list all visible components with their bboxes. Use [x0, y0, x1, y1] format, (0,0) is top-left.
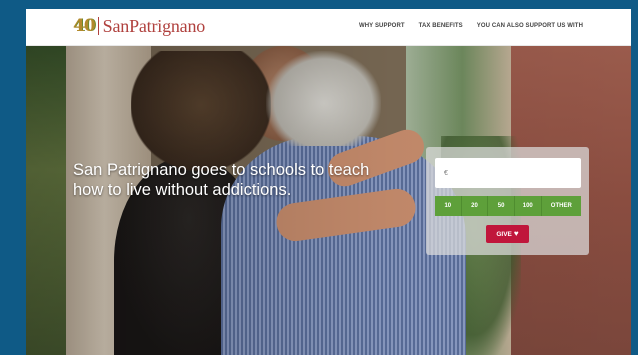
- give-label: GIVE: [496, 230, 512, 238]
- euro-icon: €: [444, 169, 448, 177]
- site-logo[interactable]: 40 SanPatrignano: [73, 15, 205, 37]
- amount-10-button[interactable]: 10: [435, 196, 462, 216]
- amount-100-button[interactable]: 100: [514, 196, 542, 216]
- main-nav: WHY SUPPORT TAX BENEFITS YOU CAN ALSO SU…: [359, 23, 583, 29]
- give-button[interactable]: GIVE ♥: [486, 225, 529, 243]
- preset-amounts: 10 20 50 100 OTHER: [435, 196, 581, 216]
- donation-amount-input[interactable]: [453, 168, 574, 178]
- hero-section: San Patrignano goes to schools to teach …: [26, 46, 631, 355]
- nav-why-support[interactable]: WHY SUPPORT: [359, 23, 405, 29]
- site-header: 40 SanPatrignano WHY SUPPORT TAX BENEFIT…: [26, 9, 631, 46]
- nav-tax-benefits[interactable]: TAX BENEFITS: [419, 23, 463, 29]
- donation-widget: € 10 20 50 100 OTHER GIVE ♥: [426, 147, 589, 255]
- nav-support-us-with[interactable]: YOU CAN ALSO SUPPORT US WITH: [477, 23, 583, 29]
- browser-frame: 40 SanPatrignano WHY SUPPORT TAX BENEFIT…: [0, 0, 638, 355]
- amount-20-button[interactable]: 20: [461, 196, 489, 216]
- logo-anniversary-number: 40: [73, 16, 96, 36]
- logo-divider: [97, 17, 99, 35]
- logo-name: SanPatrignano: [102, 15, 206, 36]
- amount-other-button[interactable]: OTHER: [541, 196, 581, 216]
- page: 40 SanPatrignano WHY SUPPORT TAX BENEFIT…: [26, 9, 631, 355]
- donation-amount-field[interactable]: €: [435, 158, 581, 188]
- amount-50-button[interactable]: 50: [488, 196, 515, 216]
- heart-icon: ♥: [513, 229, 519, 238]
- hero-headline: San Patrignano goes to schools to teach …: [73, 161, 370, 199]
